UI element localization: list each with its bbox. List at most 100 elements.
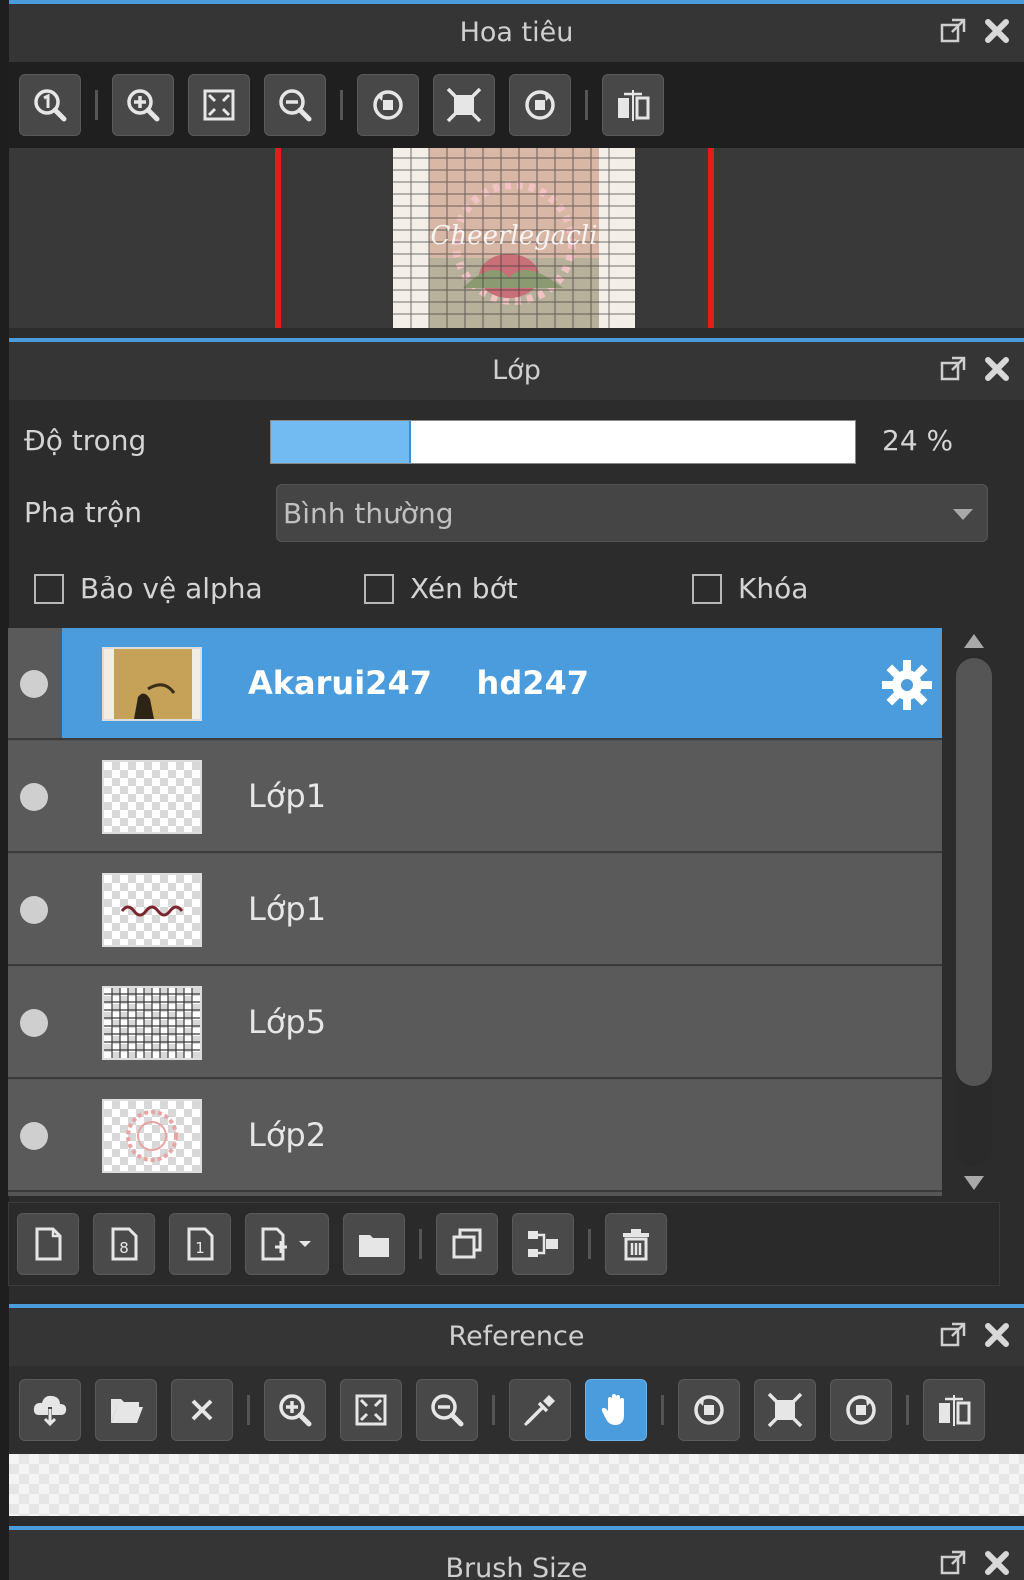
hand-tool-button[interactable] — [585, 1379, 647, 1441]
ref-flip-button[interactable] — [923, 1379, 985, 1441]
layer-row[interactable]: Lớp2 — [8, 1080, 942, 1192]
layer-thumbnail — [102, 986, 202, 1060]
clipping-checkbox[interactable]: Xén bớt — [364, 572, 518, 605]
layer-thumbnail — [102, 647, 202, 721]
toolbar-separator — [340, 90, 343, 120]
new-8bit-layer-button[interactable]: 8 — [93, 1213, 155, 1275]
zoom-in-icon — [127, 89, 160, 122]
ref-rotate-left-button[interactable] — [678, 1379, 740, 1441]
svg-text:8: 8 — [119, 1239, 129, 1257]
rotate-right-icon — [525, 90, 555, 120]
fit-screen-button[interactable] — [433, 74, 495, 136]
load-reference-button[interactable] — [19, 1379, 81, 1441]
fit-window-icon — [355, 1394, 387, 1426]
canvas-thumbnail: Cheerlegacli — [393, 148, 635, 328]
scroll-thumb[interactable] — [956, 658, 992, 1086]
blend-label: Pha trộn — [24, 496, 143, 529]
opacity-label: Độ trong — [24, 424, 147, 457]
reference-toolbar — [9, 1366, 1024, 1454]
layer-row[interactable]: Lớp1 — [8, 741, 942, 853]
close-icon — [191, 1399, 213, 1421]
thumbnail-watermark-text: Cheerlegacli — [431, 221, 598, 251]
ref-rotate-right-button[interactable] — [830, 1379, 892, 1441]
toolbar-separator — [95, 90, 98, 120]
flip-horizontal-icon — [939, 1395, 971, 1426]
eyedropper-icon — [523, 1395, 555, 1427]
cloud-download-icon — [33, 1395, 67, 1428]
layer-name: Akarui247 hd247 — [248, 664, 590, 702]
new-1bit-layer-button[interactable]: 1 — [169, 1213, 231, 1275]
rotate-right-icon — [846, 1395, 876, 1425]
ref-fit-button[interactable] — [340, 1379, 402, 1441]
close-icon[interactable] — [982, 1320, 1012, 1350]
layer-name: Lớp5 — [248, 1003, 327, 1041]
rotate-left-button[interactable] — [357, 74, 419, 136]
layer-settings-gear-icon[interactable] — [880, 658, 934, 716]
add-layer-dropdown-button[interactable] — [245, 1213, 329, 1275]
view-left-guide — [275, 148, 281, 328]
reference-canvas[interactable] — [9, 1454, 1024, 1516]
scroll-up-icon[interactable] — [948, 628, 1000, 652]
zoom-in-button[interactable] — [112, 74, 174, 136]
zoom-reset-button[interactable] — [19, 74, 81, 136]
trash-icon — [623, 1229, 649, 1261]
opacity-slider[interactable] — [270, 420, 856, 464]
flip-horizontal-button[interactable] — [602, 74, 664, 136]
popout-icon[interactable] — [938, 354, 968, 384]
fit-screen-icon — [767, 1392, 803, 1428]
merge-layer-button[interactable] — [512, 1213, 574, 1275]
layer-thumbnail — [102, 760, 202, 834]
layer-row[interactable]: Lớp1 — [8, 854, 942, 966]
toolbar-separator — [661, 1395, 664, 1425]
lock-checkbox[interactable]: Khóa — [692, 572, 808, 605]
new-1bit-layer-icon: 1 — [187, 1227, 214, 1261]
layer-row[interactable]: Akarui247 hd247 — [8, 628, 942, 740]
visibility-toggle[interactable] — [20, 783, 48, 811]
toolbar-separator — [492, 1395, 495, 1425]
layers-title: Lớp — [492, 355, 541, 386]
rotate-right-button[interactable] — [509, 74, 571, 136]
toolbar-separator — [419, 1229, 422, 1259]
visibility-toggle[interactable] — [20, 670, 48, 698]
layer-thumbnail — [102, 873, 202, 947]
visibility-toggle[interactable] — [20, 1122, 48, 1150]
new-folder-button[interactable] — [343, 1213, 405, 1275]
popout-icon[interactable] — [938, 1548, 968, 1578]
popout-icon[interactable] — [938, 16, 968, 46]
scroll-down-icon[interactable] — [948, 1172, 1000, 1196]
blend-mode-select[interactable]: Bình thường — [276, 484, 988, 542]
fit-window-button[interactable] — [188, 74, 250, 136]
close-icon[interactable] — [982, 1548, 1012, 1578]
ref-zoom-out-button[interactable] — [416, 1379, 478, 1441]
close-reference-button[interactable] — [171, 1379, 233, 1441]
new-layer-button[interactable] — [17, 1213, 79, 1275]
visibility-toggle[interactable] — [20, 1009, 48, 1037]
visibility-toggle[interactable] — [20, 896, 48, 924]
zoom-out-button[interactable] — [264, 74, 326, 136]
popout-icon[interactable] — [938, 1320, 968, 1350]
layer-row[interactable]: Lớp5 — [8, 967, 942, 1079]
navigator-title: Hoa tiêu — [459, 17, 574, 48]
delete-layer-button[interactable] — [605, 1213, 667, 1275]
new-8bit-layer-icon: 8 — [111, 1227, 138, 1261]
close-icon[interactable] — [982, 354, 1012, 384]
protect-alpha-label: Bảo vệ alpha — [80, 572, 263, 605]
layer-list-scrollbar[interactable] — [948, 628, 1000, 1196]
open-reference-button[interactable] — [95, 1379, 157, 1441]
opacity-value: 24 % — [882, 424, 954, 457]
ref-zoom-in-button[interactable] — [264, 1379, 326, 1441]
brush-size-panel: Brush Size — [9, 1526, 1024, 1580]
duplicate-icon — [452, 1228, 482, 1259]
protect-alpha-checkbox[interactable]: Bảo vệ alpha — [34, 572, 263, 605]
duplicate-layer-button[interactable] — [436, 1213, 498, 1275]
close-icon[interactable] — [982, 16, 1012, 46]
eyedropper-button[interactable] — [509, 1379, 571, 1441]
view-right-guide — [708, 148, 714, 328]
ref-fit-screen-button[interactable] — [754, 1379, 816, 1441]
navigator-preview[interactable]: Cheerlegacli — [9, 148, 1024, 328]
toolbar-separator — [585, 90, 588, 120]
checkbox-box — [34, 573, 64, 604]
hand-icon — [601, 1394, 624, 1425]
add-layer-menu-icon — [261, 1227, 311, 1261]
navigator-titlebar: Hoa tiêu — [9, 4, 1024, 62]
